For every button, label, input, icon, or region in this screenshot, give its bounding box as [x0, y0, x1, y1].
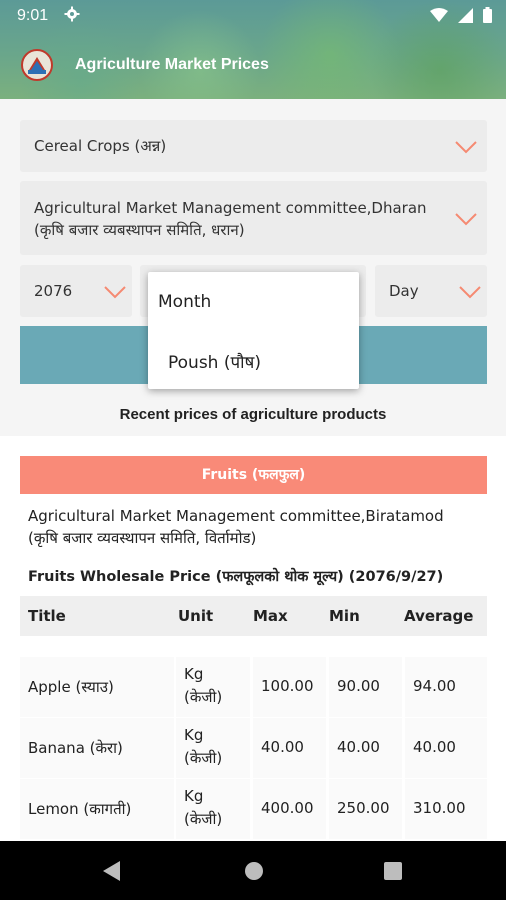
- row-average: 94.00: [413, 677, 456, 695]
- row-average: 310.00: [413, 799, 466, 817]
- day-select[interactable]: Day: [375, 265, 487, 317]
- month-dropdown-menu: Month Poush (पौष): [148, 272, 359, 389]
- price-heading: Fruits Wholesale Price (फलफूलको थोक मूल्…: [28, 569, 444, 585]
- recents-icon[interactable]: [384, 862, 402, 884]
- market-select-line1: Agricultural Market Management committee…: [34, 199, 427, 217]
- row-unit: Kg: [184, 726, 204, 744]
- market-select[interactable]: Agricultural Market Management committee…: [20, 181, 487, 255]
- row-unit-local: (केजी): [184, 688, 223, 706]
- month-option-month[interactable]: Month: [158, 292, 211, 312]
- navigation-bar: [0, 841, 506, 900]
- listing-market-line2: (कृषि बजार व्यवस्थापन समिति, विर्तामोड): [28, 529, 257, 547]
- listing-market-name: Agricultural Market Management committee…: [28, 505, 488, 549]
- row-unit: Kg: [184, 787, 204, 805]
- status-bar: 9:01: [0, 0, 506, 32]
- signal-icon: [458, 7, 473, 27]
- row-min: 250.00: [337, 799, 390, 817]
- status-time: 9:01: [17, 7, 49, 24]
- row-title: Lemon (कागती): [28, 800, 132, 818]
- row-unit-local: (केजी): [184, 810, 223, 828]
- column-header-unit: Unit: [178, 607, 214, 625]
- column-header-title: Title: [28, 607, 66, 625]
- section-title: Recent prices of agriculture products: [119, 406, 387, 423]
- table-header: Title Unit Max Min Average: [20, 596, 487, 636]
- day-select-value: Day: [389, 282, 419, 300]
- settings-icon: [64, 6, 80, 26]
- row-max: 400.00: [261, 799, 314, 817]
- table-row: Banana (केरा) Kg (केजी) 40.00 40.00 40.0…: [20, 718, 487, 778]
- row-title: Banana (केरा): [28, 739, 123, 757]
- battery-icon: [483, 7, 492, 27]
- year-select[interactable]: 2076: [20, 265, 132, 317]
- row-max: 40.00: [261, 738, 304, 756]
- listing-market-line1: Agricultural Market Management committee…: [28, 507, 444, 525]
- nepal-emblem-logo: [20, 48, 54, 82]
- category-select[interactable]: Cereal Crops (अन्न): [20, 120, 487, 172]
- home-icon[interactable]: [244, 861, 264, 885]
- market-select-line2: (कृषि बजार व्यबस्थापन समिति, धरान): [34, 221, 245, 239]
- row-title: Apple (स्याउ): [28, 678, 114, 696]
- column-header-min: Min: [329, 607, 360, 625]
- wifi-icon: [430, 8, 448, 26]
- chevron-down-icon: [455, 139, 477, 158]
- chevron-down-icon: [455, 211, 477, 230]
- year-select-value: 2076: [34, 282, 73, 300]
- app-title: Agriculture Market Prices: [75, 56, 269, 73]
- category-select-value: Cereal Crops (अन्न): [34, 137, 167, 155]
- column-header-max: Max: [253, 607, 288, 625]
- row-average: 40.00: [413, 738, 456, 756]
- row-unit: Kg: [184, 665, 204, 683]
- row-min: 90.00: [337, 677, 380, 695]
- column-header-average: Average: [404, 607, 474, 625]
- back-icon[interactable]: [103, 861, 121, 885]
- category-header-bar: Fruits (फलफुल): [20, 456, 487, 494]
- table-row: Lemon (कागती) Kg (केजी) 400.00 250.00 31…: [20, 779, 487, 839]
- chevron-down-icon: [459, 284, 481, 303]
- table-row: Apple (स्याउ) Kg (केजी) 100.00 90.00 94.…: [20, 657, 487, 717]
- row-max: 100.00: [261, 677, 314, 695]
- month-option-poush[interactable]: Poush (पौष): [168, 350, 261, 373]
- row-unit-local: (केजी): [184, 749, 223, 767]
- app-header: 9:01 Agriculture Market Prices: [0, 0, 506, 99]
- chevron-down-icon: [104, 284, 126, 303]
- row-min: 40.00: [337, 738, 380, 756]
